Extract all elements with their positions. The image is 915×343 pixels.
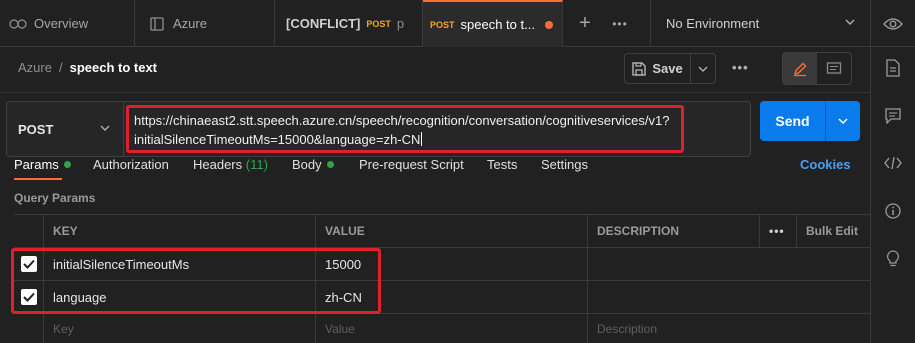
documentation-icon[interactable]: [883, 58, 903, 78]
environment-selector[interactable]: No Environment: [650, 0, 870, 47]
tab-params[interactable]: Params: [14, 157, 71, 172]
select-column-header: [14, 215, 43, 247]
request-name[interactable]: speech to text: [70, 60, 157, 75]
headers-count: (11): [245, 157, 268, 172]
value-column-header: VALUE: [315, 215, 587, 247]
description-column-header: DESCRIPTION: [587, 215, 759, 247]
request-more-button[interactable]: •••: [732, 60, 749, 75]
param-description-field[interactable]: [587, 248, 870, 280]
table-header-row: KEY VALUE DESCRIPTION ••• Bulk Edit: [14, 214, 870, 247]
toolbar-divider: [0, 92, 870, 93]
eye-icon[interactable]: [883, 14, 903, 34]
tab-pre-request-script[interactable]: Pre-request Script: [359, 157, 464, 172]
new-tab-button[interactable]: +: [570, 0, 600, 47]
breadcrumb-separator: /: [58, 60, 63, 75]
new-value-field[interactable]: Value: [315, 314, 587, 343]
tab-settings[interactable]: Settings: [541, 157, 588, 172]
new-description-field[interactable]: Description: [587, 314, 870, 343]
tab-overview[interactable]: Overview: [0, 0, 135, 47]
save-icon: [632, 61, 646, 76]
tab-body-label: Body: [292, 157, 322, 172]
save-button[interactable]: Save: [625, 54, 691, 83]
right-sidebar: [870, 0, 915, 343]
tab-label: Azure: [173, 16, 207, 31]
tab-authorization[interactable]: Authorization: [93, 157, 169, 172]
save-label: Save: [652, 61, 683, 76]
key-column-header: KEY: [43, 215, 315, 247]
tab-label: speech to t...: [460, 17, 535, 32]
edit-mode-button[interactable]: [783, 53, 817, 84]
tab-label: Overview: [34, 16, 89, 31]
comment-mode-button[interactable]: [817, 53, 851, 84]
comment-icon: [826, 61, 842, 74]
tab-conflict[interactable]: [CONFLICT] POST p: [275, 0, 423, 47]
method-select[interactable]: POST: [6, 101, 124, 157]
tab-headers[interactable]: Headers (11): [193, 157, 268, 172]
tab-body[interactable]: Body: [292, 157, 334, 172]
breadcrumb: Azure / speech to text: [18, 60, 157, 75]
params-highlight-box: [11, 248, 381, 314]
comments-icon[interactable]: [883, 106, 903, 126]
breadcrumb-parent[interactable]: Azure: [18, 60, 52, 75]
overview-icon: [8, 18, 28, 30]
new-key-field[interactable]: Key: [43, 314, 315, 343]
tab-method: POST: [366, 18, 391, 29]
send-button[interactable]: Send: [760, 101, 826, 141]
tab-label: [CONFLICT]: [286, 16, 361, 31]
lightbulb-icon[interactable]: [883, 249, 903, 269]
tab-label-suffix: p: [396, 16, 405, 31]
param-description-field[interactable]: [587, 281, 870, 313]
code-icon[interactable]: [883, 153, 903, 173]
url-highlight-box: [126, 105, 684, 153]
query-params-heading: Query Params: [14, 191, 96, 205]
save-button-group: Save: [624, 53, 716, 84]
view-toggle: [782, 52, 852, 85]
save-options-button[interactable]: [691, 54, 715, 83]
column-options-button[interactable]: •••: [759, 215, 796, 247]
tabs-more-button[interactable]: •••: [605, 0, 635, 47]
tab-azure[interactable]: Azure: [135, 0, 275, 47]
collection-icon: [147, 16, 167, 31]
active-tab-underline: [14, 178, 62, 180]
table-row-new: Key Value Description: [14, 313, 870, 343]
info-icon[interactable]: [883, 201, 903, 221]
chevron-down-icon: [698, 66, 708, 72]
row-checkbox-cell: [14, 314, 43, 343]
cookies-link[interactable]: Cookies: [800, 157, 851, 172]
method-value: POST: [18, 121, 54, 137]
pencil-icon: [793, 62, 807, 76]
tab-headers-label: Headers: [193, 157, 243, 172]
chevron-down-icon: [99, 122, 111, 137]
tab-tests[interactable]: Tests: [487, 157, 517, 172]
unsaved-dot-icon: [544, 20, 553, 29]
tab-bar: Overview Azure [CONFLICT] POST p POST sp…: [0, 0, 870, 47]
send-button-group: Send: [760, 101, 860, 141]
chevron-down-icon: [838, 118, 848, 125]
tab-method: POST: [430, 19, 455, 30]
environment-label: No Environment: [666, 16, 760, 31]
tab-speech-to-text[interactable]: POST speech to t...: [423, 0, 563, 47]
chevron-down-icon: [844, 16, 856, 31]
active-indicator-icon: [326, 161, 334, 168]
divider: [871, 46, 915, 47]
bulk-edit-button[interactable]: Bulk Edit: [796, 215, 870, 247]
active-indicator-icon: [63, 161, 71, 168]
tab-params-label: Params: [14, 157, 59, 172]
send-options-button[interactable]: [826, 101, 860, 141]
